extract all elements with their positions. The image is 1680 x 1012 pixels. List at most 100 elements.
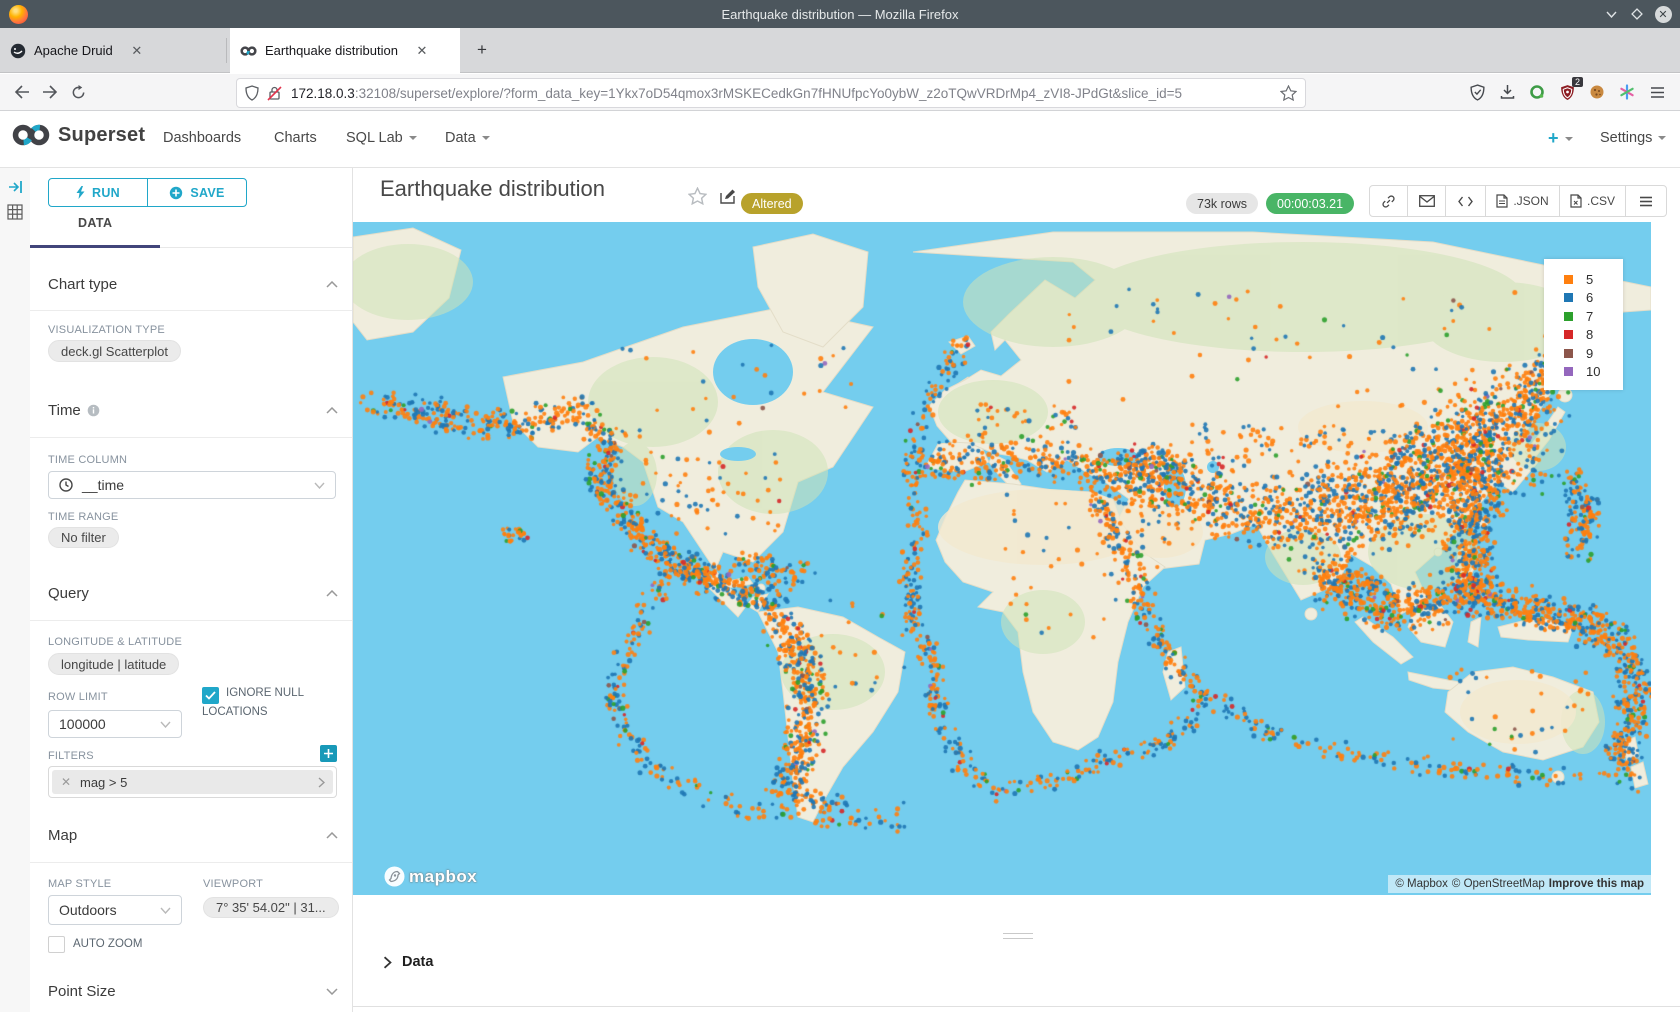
lonlat-label: LONGITUDE & LATITUDE <box>48 636 182 648</box>
expand-datasource-icon[interactable] <box>8 180 23 194</box>
browser-tab-druid[interactable]: Apache Druid ✕ <box>0 28 220 73</box>
browser-tab-earthquake[interactable]: Earthquake distribution ✕ <box>230 28 460 73</box>
insecure-lock-icon[interactable] <box>267 85 282 101</box>
bookmark-star-icon[interactable] <box>1280 85 1297 101</box>
code-icon <box>1458 196 1473 207</box>
chevron-up-icon <box>326 832 338 839</box>
superset-infinity-icon <box>12 123 50 147</box>
chart-area: Earthquake distribution Altered 73k rows… <box>353 168 1680 1012</box>
viewport-value[interactable]: 7° 35' 54.02" | 31... <box>203 897 339 918</box>
menu-icon <box>1639 196 1653 207</box>
menu-hamburger-icon[interactable] <box>1642 79 1672 105</box>
mapbox-logo[interactable]: mapbox <box>384 866 477 887</box>
row-count-badge: 73k rows <box>1186 193 1258 214</box>
nav-data[interactable]: Data <box>445 130 490 146</box>
map-style-select[interactable]: Outdoors <box>48 895 182 925</box>
time-range-label: TIME RANGE <box>48 511 118 523</box>
viewport-label: VIEWPORT <box>203 878 263 890</box>
url-bar[interactable]: 172.18.0.3:32108/superset/explore/?form_… <box>237 79 1305 107</box>
lonlat-value[interactable]: longitude | latitude <box>48 653 179 675</box>
nav-sql-lab[interactable]: SQL Lab <box>346 130 417 146</box>
remove-filter-icon[interactable]: ✕ <box>52 775 80 789</box>
altered-badge[interactable]: Altered <box>741 193 803 214</box>
shield-permissions-icon[interactable] <box>245 85 259 101</box>
ignore-null-control: IGNORE NULL LOCATIONS <box>202 685 337 721</box>
improve-map-link[interactable]: Improve this map <box>1549 878 1644 890</box>
share-link-button[interactable] <box>1370 186 1408 216</box>
attribution-mapbox-link[interactable]: © Mapbox <box>1395 878 1448 890</box>
south-pane-drag-handle[interactable] <box>1003 933 1033 941</box>
chevron-up-icon <box>326 281 338 288</box>
tab-data[interactable]: DATA <box>78 216 112 230</box>
clock-icon <box>59 478 73 492</box>
email-button[interactable] <box>1408 186 1446 216</box>
auto-zoom-checkbox[interactable] <box>48 936 65 953</box>
control-panel: RUN SAVE DATA Chart type VISUALIZATION T… <box>30 168 352 1012</box>
tab-label: Earthquake distribution <box>265 43 398 58</box>
window-minimize-button[interactable] <box>1600 3 1622 25</box>
ublock-shield-icon[interactable]: 2 <box>1552 79 1582 105</box>
window-close-button[interactable]: ✕ <box>1652 3 1674 25</box>
tab-label: Apache Druid <box>34 43 113 58</box>
bolt-icon <box>76 186 85 199</box>
plus-icon <box>324 749 333 758</box>
protections-shield-icon[interactable] <box>1462 79 1492 105</box>
attribution-osm-link[interactable]: © OpenStreetMap <box>1452 878 1545 890</box>
add-new-button[interactable]: + <box>1548 128 1573 149</box>
forward-button[interactable] <box>36 79 64 105</box>
export-json-button[interactable]: .JSON <box>1486 186 1560 216</box>
filter-chip[interactable]: ✕ mag > 5 <box>52 770 333 794</box>
data-results-collapse[interactable]: Data <box>383 954 433 970</box>
extension-green-ring-icon[interactable] <box>1522 79 1552 105</box>
downloads-icon[interactable] <box>1492 79 1522 105</box>
section-map[interactable]: Map <box>48 827 338 844</box>
viz-type-value[interactable]: deck.gl Scatterplot <box>48 340 181 362</box>
divider <box>30 437 352 438</box>
time-range-value[interactable]: No filter <box>48 527 119 548</box>
row-limit-select[interactable]: 100000 <box>48 710 182 738</box>
edit-properties-icon[interactable] <box>719 188 736 205</box>
window-maximize-button[interactable] <box>1626 3 1648 25</box>
chevron-down-icon <box>160 721 171 728</box>
section-query[interactable]: Query <box>48 585 338 602</box>
tab-close-icon[interactable]: ✕ <box>412 41 432 61</box>
map-style-label: MAP STYLE <box>48 878 111 890</box>
file-csv-icon <box>1570 194 1582 208</box>
run-button[interactable]: RUN <box>48 178 148 207</box>
chevron-right-icon <box>383 956 392 969</box>
export-csv-button[interactable]: .CSV <box>1560 186 1626 216</box>
chevron-down-icon <box>160 907 171 914</box>
tab-close-icon[interactable]: ✕ <box>127 41 147 61</box>
section-chart-type[interactable]: Chart type <box>48 276 338 293</box>
section-time[interactable]: Time <box>48 402 338 419</box>
save-button[interactable]: SAVE <box>147 178 247 207</box>
chart-menu-button[interactable] <box>1626 186 1666 216</box>
chart-title: Earthquake distribution <box>380 176 605 202</box>
ignore-null-checkbox[interactable] <box>202 687 219 704</box>
reload-button[interactable] <box>64 79 92 105</box>
deckgl-scatter-map[interactable]: 5678910 mapbox © Mapbox © OpenStreetMap … <box>353 222 1651 895</box>
legend-row: 5 <box>1544 270 1623 289</box>
new-tab-button[interactable]: + <box>468 36 496 64</box>
mapbox-wordmark: mapbox <box>409 867 477 887</box>
back-button[interactable] <box>8 79 36 105</box>
cookie-extension-icon[interactable] <box>1582 79 1612 105</box>
embed-code-button[interactable] <box>1446 186 1486 216</box>
add-filter-button[interactable] <box>320 745 337 762</box>
time-column-select[interactable]: __time <box>48 471 336 499</box>
nav-charts[interactable]: Charts <box>274 130 317 146</box>
superset-logo[interactable]: Superset <box>12 123 145 147</box>
dataset-grid-icon[interactable] <box>7 204 23 220</box>
favorite-star-icon[interactable] <box>688 187 707 205</box>
nav-dashboards[interactable]: Dashboards <box>163 130 241 146</box>
envelope-icon <box>1419 195 1435 207</box>
legend-label: 10 <box>1586 364 1600 379</box>
brand-name: Superset <box>58 124 145 147</box>
filter-box: ✕ mag > 5 <box>48 766 337 798</box>
data-results-label: Data <box>402 954 433 970</box>
settings-menu[interactable]: Settings <box>1600 130 1666 146</box>
asterisk-extension-icon[interactable] <box>1612 79 1642 105</box>
section-point-size[interactable]: Point Size <box>48 983 338 1000</box>
divider <box>30 620 352 621</box>
firefox-logo-icon <box>9 5 28 24</box>
